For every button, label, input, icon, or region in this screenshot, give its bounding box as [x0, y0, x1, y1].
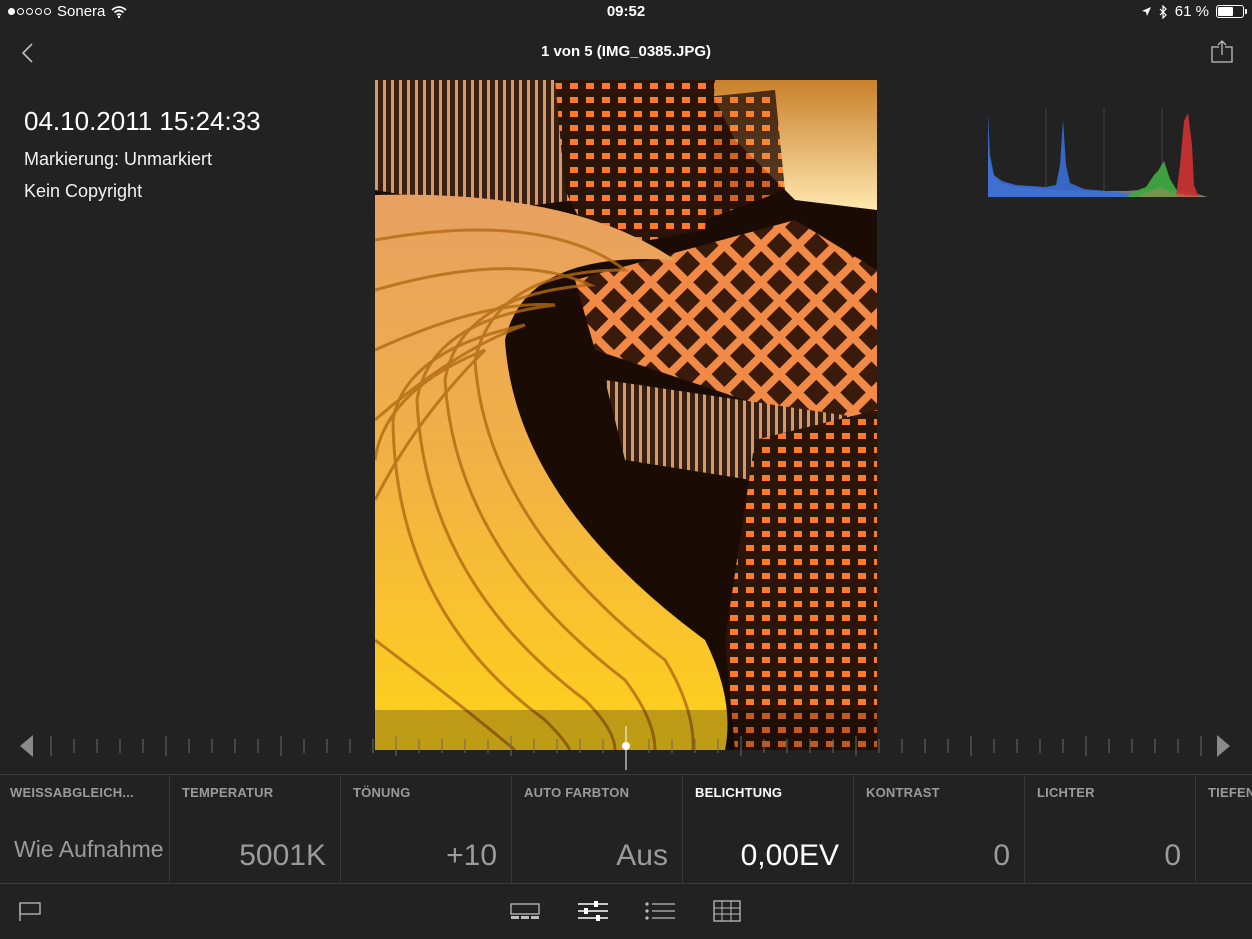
- flag-status: Markierung: Unmarkiert: [24, 149, 213, 169]
- status-bar: Sonera 09:52 61 %: [0, 0, 1252, 24]
- share-icon[interactable]: [1208, 38, 1238, 68]
- param-tönung[interactable]: TÖNUNG +10: [341, 775, 512, 883]
- exposure-slider[interactable]: [0, 726, 1252, 770]
- battery-percent: 61 %: [1174, 3, 1209, 20]
- param-value: Aus: [616, 839, 668, 872]
- param-label: LICHTER: [1037, 785, 1095, 800]
- battery-icon: [1216, 5, 1247, 18]
- param-value: 0: [1164, 839, 1181, 872]
- param-auto-farbton[interactable]: AUTO FARBTON Aus: [512, 775, 683, 883]
- flag-icon[interactable]: [16, 898, 50, 924]
- param-kontrast[interactable]: KONTRAST 0: [854, 775, 1025, 883]
- triangle-right-icon[interactable]: [1217, 735, 1230, 757]
- list-icon[interactable]: [643, 898, 677, 924]
- param-value: +10: [446, 839, 497, 872]
- param-lichter[interactable]: LICHTER 0: [1025, 775, 1196, 883]
- param-temperatur[interactable]: TEMPERATUR 5001K: [170, 775, 341, 883]
- sliders-icon[interactable]: [576, 898, 610, 924]
- copyright-status: Kein Copyright: [24, 181, 143, 201]
- param-value: 0: [993, 839, 1010, 872]
- param-tiefen[interactable]: TIEFEN: [1196, 775, 1252, 883]
- param-label: TIEFEN: [1208, 785, 1252, 800]
- param-label: TEMPERATUR: [182, 785, 274, 800]
- crop-grid-icon[interactable]: [710, 898, 744, 924]
- param-label: KONTRAST: [866, 785, 940, 800]
- develop-parameters: WEISSABGLEICH... Wie Aufnahme TEMPERATUR 50…: [0, 774, 1252, 884]
- param-label: TÖNUNG: [353, 785, 411, 800]
- slider-thumb[interactable]: [622, 742, 630, 750]
- triangle-left-icon[interactable]: [20, 735, 33, 757]
- capture-date: 04.10.2011 15:24:33: [24, 106, 261, 136]
- histogram: [986, 105, 1212, 199]
- param-value: 5001K: [239, 839, 326, 872]
- bottom-toolbar: [0, 884, 1252, 939]
- status-right: 61 %: [1141, 3, 1247, 20]
- param-label: AUTO FARBTON: [524, 785, 630, 800]
- param-value: 0,00EV: [740, 839, 839, 872]
- status-time: 09:52: [606, 3, 646, 20]
- param-weissabgleich[interactable]: WEISSABGLEICH... Wie Aufnahme: [0, 775, 170, 883]
- param-label: WEISSABGLEICH...: [10, 785, 134, 800]
- param-label: BELICHTUNG: [695, 785, 783, 800]
- location-arrow-icon: [1141, 7, 1151, 16]
- param-value: Wie Aufnahme: [14, 836, 164, 862]
- image-info: 04.10.2011 15:24:33 Markierung: Unmarkie…: [24, 106, 261, 213]
- filmstrip-icon[interactable]: [508, 898, 542, 924]
- bluetooth-icon: [1159, 4, 1167, 19]
- photo-preview: [375, 80, 877, 750]
- param-belichtung[interactable]: BELICHTUNG 0,00EV: [683, 775, 854, 883]
- image-title: 1 von 5 (IMG_0385.JPG): [540, 43, 712, 60]
